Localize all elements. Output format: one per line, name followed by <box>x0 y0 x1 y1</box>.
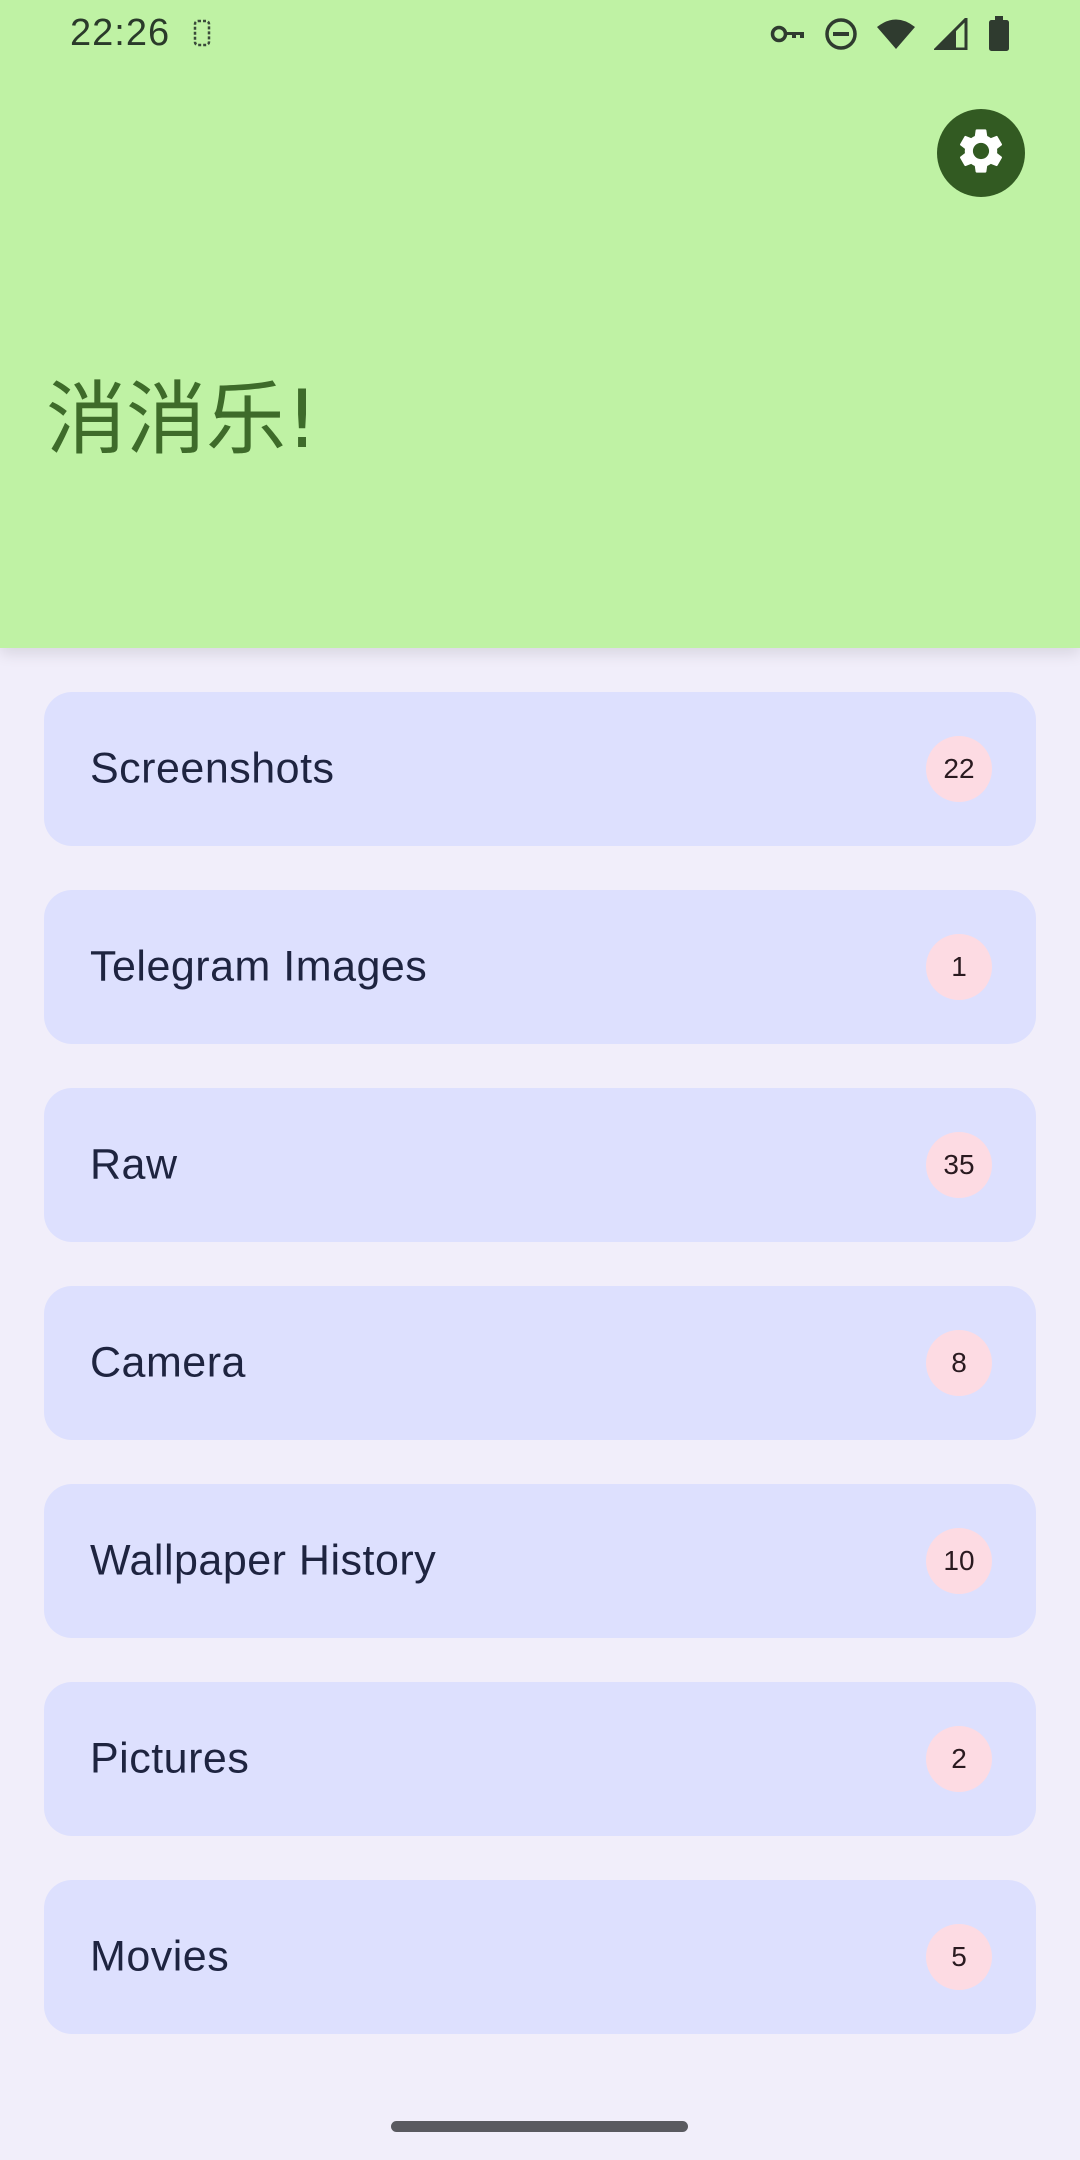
album-item-camera[interactable]: Camera 8 <box>44 1286 1036 1440</box>
album-item-pictures[interactable]: Pictures 2 <box>44 1682 1036 1836</box>
app-title: 消消乐! <box>46 373 319 466</box>
status-bar: 22:26 <box>0 0 1080 70</box>
album-item-screenshots[interactable]: Screenshots 22 <box>44 692 1036 846</box>
cellular-signal-icon <box>934 18 970 50</box>
status-icons <box>770 14 1010 54</box>
album-count-badge: 1 <box>926 934 992 1000</box>
album-name: Camera <box>90 1338 246 1387</box>
album-item-telegram-images[interactable]: Telegram Images 1 <box>44 890 1036 1044</box>
album-name: Screenshots <box>90 744 335 793</box>
album-item-wallpaper-history[interactable]: Wallpaper History 10 <box>44 1484 1036 1638</box>
app-header: 22:26 消消乐! <box>0 0 1080 648</box>
album-count-badge: 10 <box>926 1528 992 1594</box>
album-name: Movies <box>90 1932 230 1981</box>
gear-icon <box>954 124 1008 183</box>
album-count-badge: 8 <box>926 1330 992 1396</box>
album-count-badge: 5 <box>926 1924 992 1990</box>
album-name: Telegram Images <box>90 942 428 991</box>
vpn-key-icon <box>770 23 806 45</box>
screen: 22:26 消消乐! Screenshots 22 Telegram Image… <box>0 0 1080 2160</box>
album-item-movies[interactable]: Movies 5 <box>44 1880 1036 2034</box>
album-item-raw[interactable]: Raw 35 <box>44 1088 1036 1242</box>
do-not-disturb-icon <box>824 17 858 51</box>
album-name: Pictures <box>90 1734 250 1783</box>
wifi-icon <box>876 18 916 50</box>
gesture-nav-handle[interactable] <box>391 2121 688 2132</box>
battery-icon <box>988 16 1010 52</box>
album-name: Wallpaper History <box>90 1536 437 1585</box>
album-count-badge: 22 <box>926 736 992 802</box>
album-name: Raw <box>90 1140 178 1189</box>
album-count-badge: 35 <box>926 1132 992 1198</box>
settings-button[interactable] <box>937 109 1025 197</box>
status-time: 22:26 <box>70 12 171 54</box>
album-list: Screenshots 22 Telegram Images 1 Raw 35 … <box>44 692 1036 2078</box>
album-count-badge: 2 <box>926 1726 992 1792</box>
sim-notification-icon <box>193 19 211 52</box>
